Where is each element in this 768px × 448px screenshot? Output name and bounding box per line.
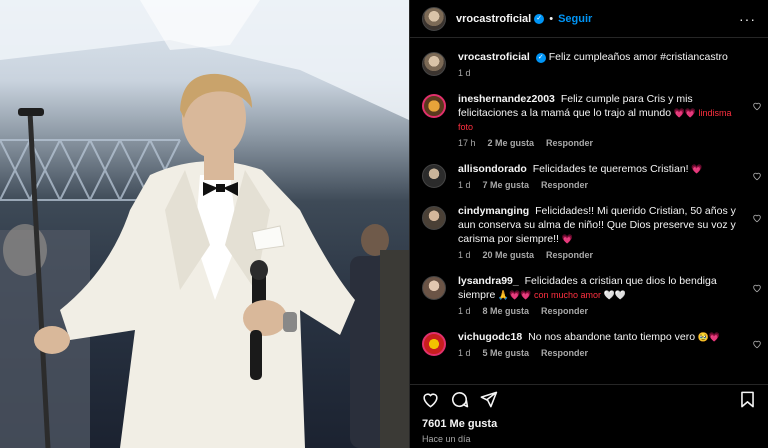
comment-meta: 1 d 8 Me gusta Responder bbox=[458, 306, 738, 316]
post-photo[interactable] bbox=[0, 0, 409, 448]
comment-content: No nos abandone tanto tiempo vero bbox=[528, 331, 696, 343]
comment-meta: 1 d 7 Me gusta Responder bbox=[458, 180, 738, 190]
post-photo-illustration bbox=[0, 0, 409, 448]
post-actions-bar bbox=[410, 384, 768, 414]
comments-list[interactable]: vrocastroficial ✓ Feliz cumpleaños amor #… bbox=[410, 44, 768, 380]
reply-button[interactable]: Responder bbox=[541, 180, 588, 190]
share-send-icon[interactable] bbox=[479, 390, 498, 409]
verified-badge-icon: ✓ bbox=[535, 53, 546, 63]
comment-username[interactable]: vichugodc18 bbox=[458, 331, 522, 343]
comment-text: cindymanging Felicidades!! Mi querido Cr… bbox=[458, 204, 738, 246]
author-info: vrocastroficial ✓ • Seguir bbox=[456, 13, 592, 25]
caption-text: vrocastroficial ✓ Feliz cumpleaños amor #… bbox=[458, 50, 738, 64]
comment-row: vichugodc18 No nos abandone tanto tiempo… bbox=[410, 330, 768, 358]
separator-dot: • bbox=[549, 12, 554, 25]
comment-meta: 1 d 20 Me gusta Responder bbox=[458, 250, 738, 260]
comment-text: lysandra99_ Felicidades a cristian que d… bbox=[458, 274, 738, 302]
like-comment-heart-icon[interactable] bbox=[752, 213, 762, 223]
post-like-count[interactable]: 7601 Me gusta bbox=[422, 418, 497, 430]
comment-time[interactable]: 1 d bbox=[458, 180, 471, 190]
comment-text: vichugodc18 No nos abandone tanto tiempo… bbox=[458, 330, 738, 344]
comment-emoji: 🙏💗💗 con mucho amor 🤍🤍 bbox=[495, 290, 626, 300]
like-comment-heart-icon[interactable] bbox=[752, 171, 762, 181]
like-comment-heart-icon[interactable] bbox=[752, 283, 762, 293]
reply-button[interactable]: Responder bbox=[541, 306, 588, 316]
commenter-avatar[interactable] bbox=[422, 332, 446, 356]
comment-username[interactable]: lysandra99_ bbox=[458, 275, 519, 287]
comment-username[interactable]: ineshernandez2003 bbox=[458, 93, 555, 105]
comment-time[interactable]: 1 d bbox=[458, 306, 471, 316]
follow-button[interactable]: Seguir bbox=[558, 13, 592, 25]
author-avatar[interactable] bbox=[422, 6, 446, 31]
instagram-post-view: vrocastroficial ✓ • Seguir ··· vrocastro… bbox=[0, 0, 768, 448]
comment-likes[interactable]: 20 Me gusta bbox=[483, 250, 535, 260]
reply-button[interactable]: Responder bbox=[541, 348, 588, 358]
comment-likes[interactable]: 8 Me gusta bbox=[483, 306, 530, 316]
caption-avatar[interactable] bbox=[422, 52, 446, 76]
comment-likes[interactable]: 5 Me gusta bbox=[483, 348, 530, 358]
reply-button[interactable]: Responder bbox=[546, 138, 593, 148]
comment-content: Felicidades te queremos Cristian! bbox=[532, 163, 689, 175]
comment-body: cindymanging Felicidades!! Mi querido Cr… bbox=[458, 204, 756, 260]
like-comment-heart-icon[interactable] bbox=[752, 339, 762, 349]
comment-meta: 1 d 5 Me gusta Responder bbox=[458, 348, 738, 358]
comment-row: ineshernandez2003 Feliz cumple para Cris… bbox=[410, 92, 768, 148]
post-side-panel: vrocastroficial ✓ • Seguir ··· vrocastro… bbox=[409, 0, 768, 448]
comment-emoji: 🥹💗 bbox=[695, 332, 720, 342]
caption-content: Feliz cumpleaños amor #cristiancastro bbox=[548, 51, 728, 63]
author-username[interactable]: vrocastroficial bbox=[456, 13, 531, 25]
comment-body: ineshernandez2003 Feliz cumple para Cris… bbox=[458, 92, 756, 148]
reply-button[interactable]: Responder bbox=[546, 250, 593, 260]
more-options-icon[interactable]: ··· bbox=[739, 11, 756, 27]
commenter-avatar[interactable] bbox=[422, 94, 446, 118]
post-time-ago[interactable]: Hace un día bbox=[422, 434, 471, 444]
commenter-avatar[interactable] bbox=[422, 164, 446, 188]
comment-emoji: 💗 bbox=[688, 164, 703, 174]
comment-username[interactable]: cindymanging bbox=[458, 205, 529, 217]
comment-time[interactable]: 17 h bbox=[458, 138, 476, 148]
caption-meta: 1 d bbox=[458, 68, 738, 78]
verified-badge-icon: ✓ bbox=[534, 13, 545, 24]
caption-row: vrocastroficial ✓ Feliz cumpleaños amor #… bbox=[410, 50, 768, 78]
comment-row: lysandra99_ Felicidades a cristian que d… bbox=[410, 274, 768, 316]
comment-time[interactable]: 1 d bbox=[458, 250, 471, 260]
comment-text: ineshernandez2003 Feliz cumple para Cris… bbox=[458, 92, 738, 134]
comment-body: allisondorado Felicidades te queremos Cr… bbox=[458, 162, 756, 190]
comment-meta: 17 h 2 Me gusta Responder bbox=[458, 138, 738, 148]
caption-body: vrocastroficial ✓ Feliz cumpleaños amor #… bbox=[458, 50, 756, 78]
comment-body: lysandra99_ Felicidades a cristian que d… bbox=[458, 274, 756, 316]
comment-likes[interactable]: 2 Me gusta bbox=[488, 138, 535, 148]
comment-emoji: 💗 bbox=[558, 234, 573, 244]
like-comment-heart-icon[interactable] bbox=[752, 101, 762, 111]
comment-text: allisondorado Felicidades te queremos Cr… bbox=[458, 162, 738, 176]
commenter-avatar[interactable] bbox=[422, 276, 446, 300]
caption-username[interactable]: vrocastroficial bbox=[458, 51, 530, 63]
comment-row: allisondorado Felicidades te queremos Cr… bbox=[410, 162, 768, 190]
bookmark-icon[interactable] bbox=[738, 390, 757, 409]
comment-row: cindymanging Felicidades!! Mi querido Cr… bbox=[410, 204, 768, 260]
comment-bubble-icon[interactable] bbox=[450, 390, 469, 409]
post-header: vrocastroficial ✓ • Seguir ··· bbox=[410, 0, 768, 38]
comment-likes[interactable]: 7 Me gusta bbox=[483, 180, 530, 190]
comment-body: vichugodc18 No nos abandone tanto tiempo… bbox=[458, 330, 756, 358]
comment-time[interactable]: 1 d bbox=[458, 348, 471, 358]
caption-time[interactable]: 1 d bbox=[458, 68, 471, 78]
comment-username[interactable]: allisondorado bbox=[458, 163, 527, 175]
like-heart-icon[interactable] bbox=[421, 390, 440, 409]
commenter-avatar[interactable] bbox=[422, 206, 446, 230]
